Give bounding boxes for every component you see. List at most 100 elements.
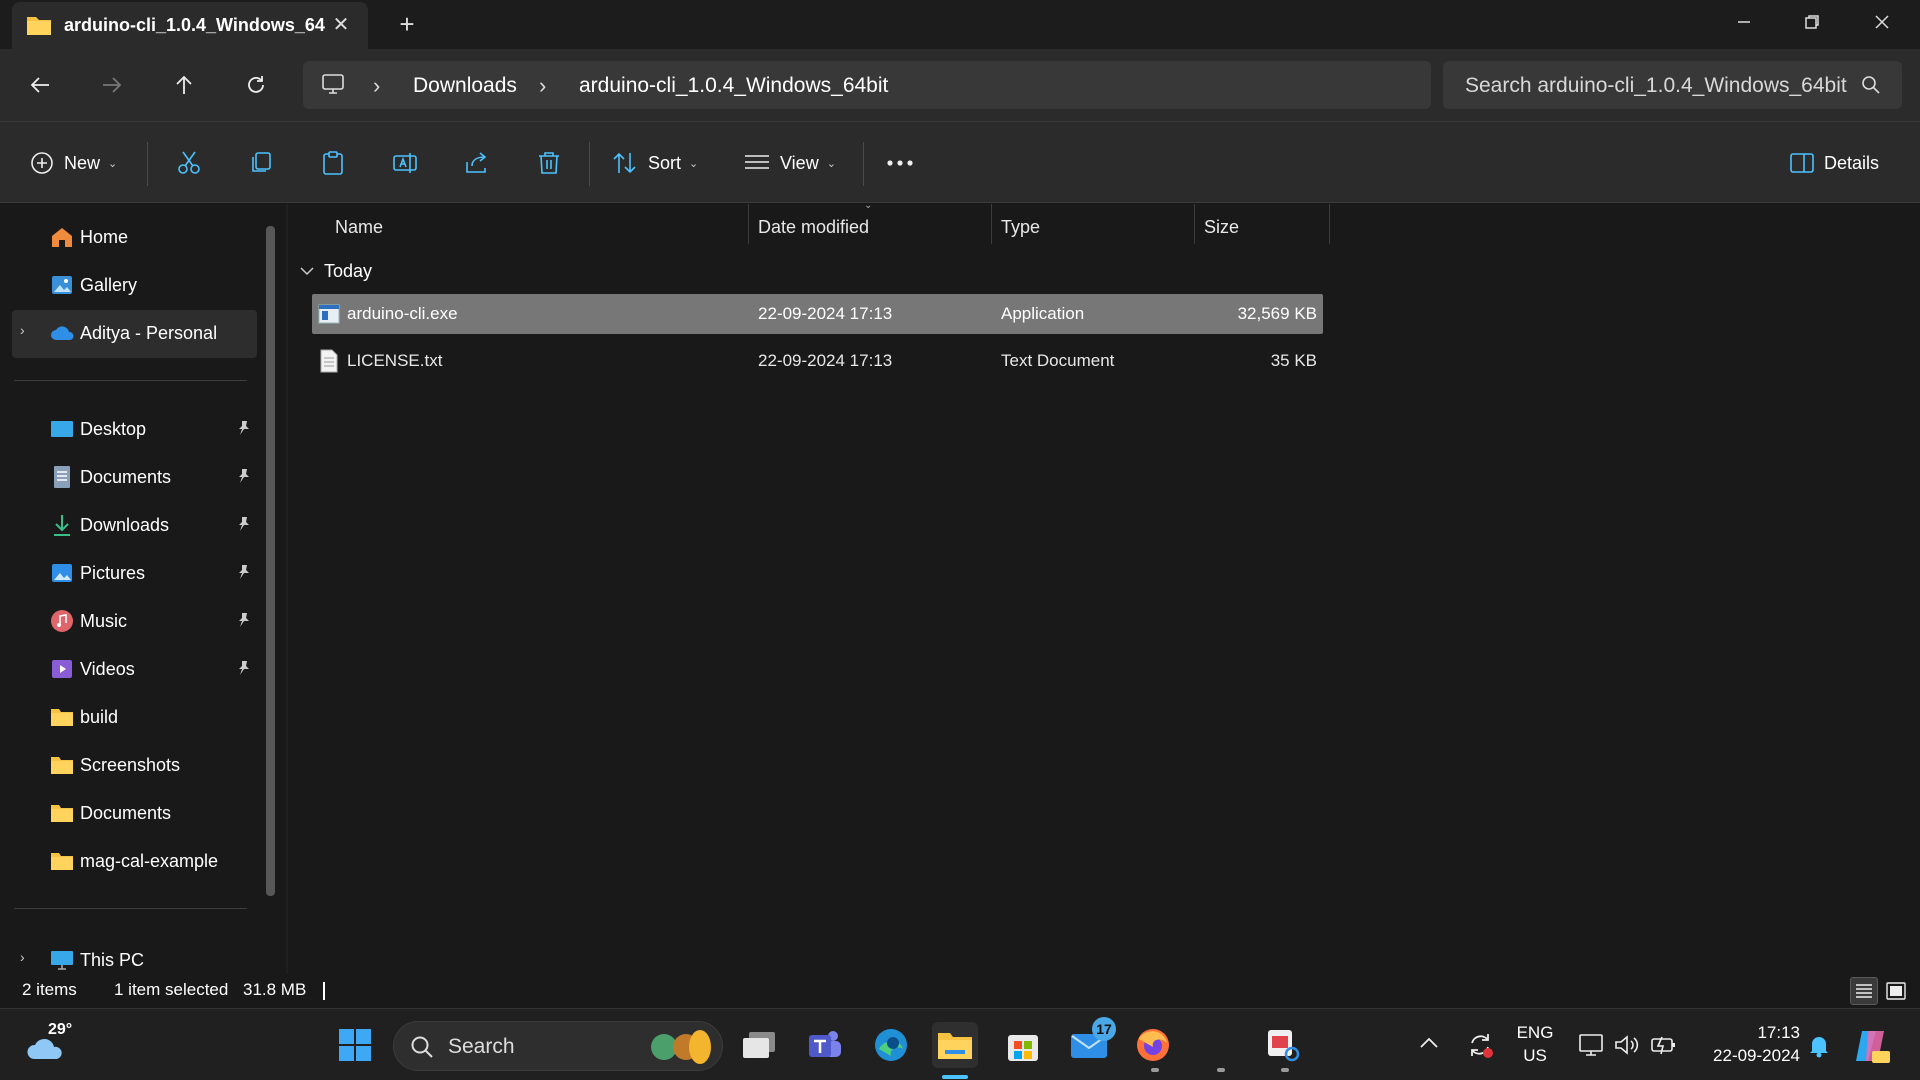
breadcrumb-downloads[interactable]: Downloads <box>413 74 517 98</box>
more-options-button[interactable] <box>886 122 914 204</box>
show-hidden-icons-button[interactable] <box>1420 1037 1438 1049</box>
toolbar-divider <box>863 142 864 186</box>
column-header-type[interactable]: Type <box>1001 204 1040 250</box>
sync-status-button[interactable] <box>1466 1031 1494 1059</box>
minimize-button[interactable] <box>1710 0 1778 44</box>
taskbar-app-edge[interactable] <box>868 1022 914 1068</box>
column-divider[interactable] <box>1194 204 1195 244</box>
bell-icon <box>1810 1037 1828 1058</box>
taskbar-app-microsoft-store[interactable] <box>1000 1022 1046 1068</box>
file-row[interactable]: arduino-cli.exe 22-09-2024 17:13 Applica… <box>312 294 1323 334</box>
sidebar-item-label: Aditya - Personal <box>80 322 218 343</box>
list-view-icon <box>745 155 769 169</box>
address-bar[interactable]: › Downloads › arduino-cli_1.0.4_Windows_… <box>303 61 1431 109</box>
pin-icon[interactable] <box>236 516 252 532</box>
battery-button[interactable] <box>1650 1033 1678 1057</box>
language-indicator[interactable]: ENG <box>1514 1023 1556 1043</box>
view-button[interactable]: View ⌄ <box>744 122 836 204</box>
sidebar-divider <box>14 908 247 909</box>
sidebar-item-onedrive[interactable]: Aditya - Personal <box>50 313 256 353</box>
copilot-button[interactable] <box>1852 1027 1890 1065</box>
paste-button[interactable] <box>320 122 346 204</box>
column-header-date-modified[interactable]: Date modified <box>758 204 869 250</box>
sidebar-item-documents[interactable]: Documents <box>50 457 256 497</box>
clock-date[interactable]: 22-09-2024 <box>1690 1046 1800 1066</box>
tab-active[interactable]: arduino-cli_1.0.4_Windows_64bit ✕ <box>12 2 368 49</box>
sidebar-divider <box>14 380 247 381</box>
this-pc-icon[interactable] <box>321 73 345 95</box>
restore-button[interactable] <box>1778 0 1846 44</box>
large-icons-view-button[interactable] <box>1882 977 1910 1005</box>
sidebar-item-pictures[interactable]: Pictures <box>50 553 256 593</box>
rename-button[interactable] <box>392 122 418 204</box>
taskbar-app-task-view[interactable] <box>736 1022 782 1068</box>
pin-icon[interactable] <box>236 612 252 628</box>
clock-time[interactable]: 17:13 <box>1690 1023 1800 1043</box>
sidebar-item-build[interactable]: build <box>50 697 256 737</box>
up-button[interactable] <box>162 65 206 105</box>
cut-button[interactable] <box>176 122 202 204</box>
sidebar-item-desktop[interactable]: Desktop <box>50 409 256 449</box>
column-header-size[interactable]: Size <box>1204 204 1239 250</box>
copy-icon <box>252 152 271 172</box>
sidebar-item-mag-cal-example[interactable]: mag-cal-example <box>50 841 256 881</box>
breadcrumb-separator-icon[interactable]: › <box>539 73 546 99</box>
sidebar-item-downloads[interactable]: Downloads <box>50 505 256 545</box>
pane-divider[interactable] <box>286 204 288 974</box>
file-row[interactable]: LICENSE.txt 22-09-2024 17:13 Text Docume… <box>312 341 1323 381</box>
start-button[interactable] <box>332 1022 378 1068</box>
volume-button[interactable] <box>1614 1033 1640 1057</box>
network-button[interactable] <box>1578 1033 1604 1057</box>
tab-close-button[interactable]: ✕ <box>328 13 354 39</box>
notifications-button[interactable] <box>1808 1034 1830 1058</box>
details-view-button[interactable] <box>1850 977 1878 1005</box>
expand-chevron-icon[interactable]: › <box>20 322 25 338</box>
delete-button[interactable] <box>536 122 562 204</box>
breadcrumb-current-folder[interactable]: arduino-cli_1.0.4_Windows_64bit <box>579 74 888 98</box>
taskbar-search[interactable]: Search <box>393 1021 723 1071</box>
sidebar-item-videos[interactable]: Videos <box>50 649 256 689</box>
new-tab-button[interactable]: + <box>390 10 424 40</box>
taskbar-app-teams[interactable] <box>802 1022 848 1068</box>
sidebar-scrollbar[interactable] <box>266 226 275 896</box>
group-header-today[interactable]: Today <box>300 258 372 284</box>
back-button[interactable] <box>18 65 62 105</box>
selection-size: 31.8 MB <box>243 980 307 999</box>
sidebar-item-documents-folder[interactable]: Documents <box>50 793 256 833</box>
sidebar-item-home[interactable]: Home <box>50 217 256 257</box>
search-input[interactable]: Search arduino-cli_1.0.4_Windows_64bit <box>1465 74 1847 98</box>
close-window-button[interactable] <box>1848 0 1916 44</box>
pin-icon[interactable] <box>236 564 252 580</box>
column-divider[interactable] <box>991 204 992 244</box>
minimize-icon <box>1738 21 1750 23</box>
taskbar-app-file-explorer[interactable] <box>932 1022 978 1068</box>
expand-chevron-icon[interactable]: › <box>20 949 25 965</box>
pin-icon[interactable] <box>236 468 252 484</box>
sidebar-item-gallery[interactable]: Gallery <box>50 265 256 305</box>
pin-icon[interactable] <box>236 420 252 436</box>
copy-button[interactable] <box>248 122 274 204</box>
forward-button[interactable] <box>90 65 134 105</box>
weather-temperature[interactable]: 29° <box>48 1021 72 1039</box>
large-icons-view-icon <box>1886 982 1906 1000</box>
sidebar-item-screenshots[interactable]: Screenshots <box>50 745 256 785</box>
taskbar-app-firefox[interactable] <box>1130 1022 1176 1068</box>
taskbar-app-snipping-tool[interactable] <box>1260 1022 1306 1068</box>
search-icon[interactable] <box>1861 75 1881 95</box>
pin-icon[interactable] <box>236 660 252 676</box>
column-header-name[interactable]: Name <box>335 204 383 250</box>
share-button[interactable] <box>464 122 490 204</box>
details-pane-button[interactable]: Details <box>1790 122 1879 204</box>
refresh-button[interactable] <box>234 65 278 105</box>
breadcrumb-separator-icon[interactable]: › <box>373 73 380 99</box>
search-box[interactable]: Search arduino-cli_1.0.4_Windows_64bit <box>1443 61 1902 109</box>
sort-button[interactable]: Sort ⌄ <box>612 122 698 204</box>
running-app-indicator <box>1281 1068 1289 1072</box>
new-button[interactable]: New ⌄ <box>30 122 117 204</box>
onedrive-icon <box>50 321 74 345</box>
file-size: 32,569 KB <box>1237 304 1317 323</box>
column-divider[interactable] <box>748 204 749 244</box>
language-region[interactable]: US <box>1514 1046 1556 1066</box>
sidebar-item-music[interactable]: Music <box>50 601 256 641</box>
column-divider[interactable] <box>1329 204 1330 244</box>
